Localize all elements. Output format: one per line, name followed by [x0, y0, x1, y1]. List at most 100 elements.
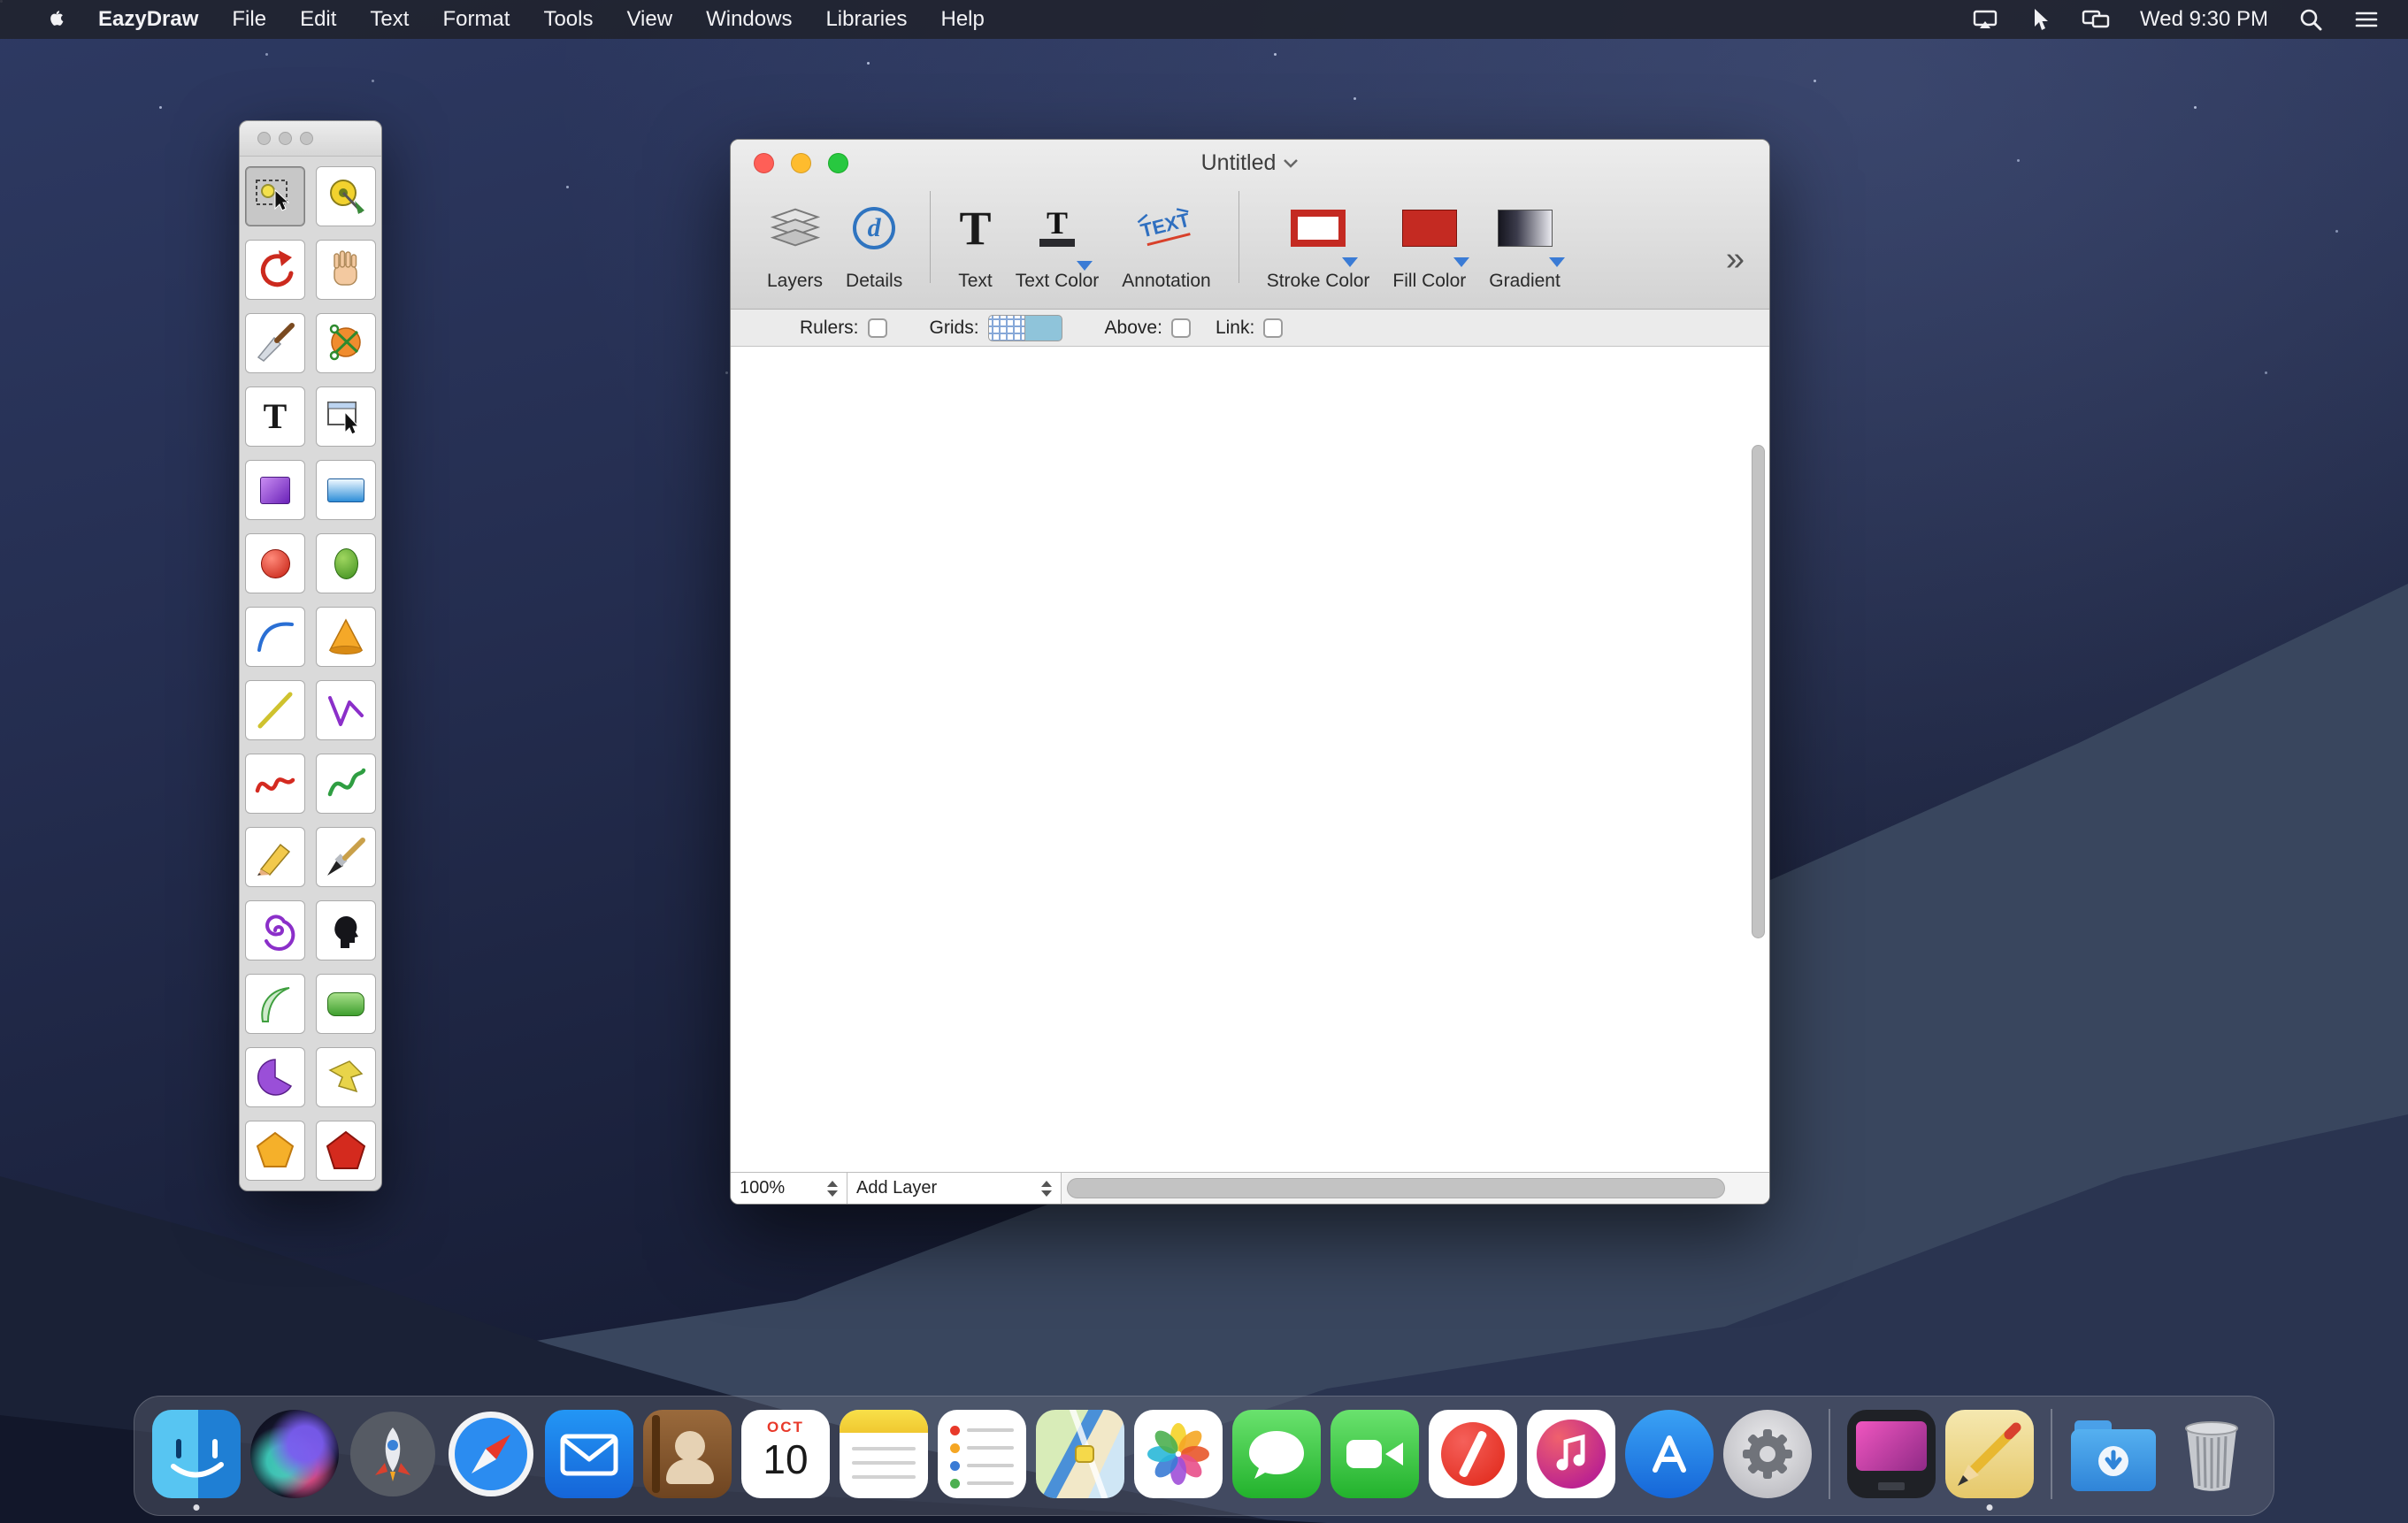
fill-color-dropdown-icon[interactable] — [1453, 257, 1469, 267]
menu-windows[interactable]: Windows — [689, 0, 809, 39]
dock-item-music[interactable] — [1527, 1410, 1615, 1498]
menu-tools[interactable]: Tools — [526, 0, 610, 39]
desktop[interactable]: { "menu_bar": { "app_name": "EazyDraw", … — [0, 0, 2408, 1523]
menu-libraries[interactable]: Libraries — [809, 0, 924, 39]
screen-mirroring-icon[interactable] — [1972, 0, 1998, 39]
dock-item-notes[interactable] — [840, 1410, 928, 1498]
text-button[interactable]: T Text — [958, 186, 993, 292]
menu-text[interactable]: Text — [353, 0, 426, 39]
menu-help[interactable]: Help — [924, 0, 1001, 39]
vertical-scrollbar-thumb[interactable] — [1752, 445, 1765, 938]
tool-pan-hand[interactable] — [316, 240, 376, 300]
window-titlebar[interactable]: Untitled — [731, 140, 1769, 186]
dock-item-calendar[interactable]: OCT 10 — [741, 1410, 830, 1498]
dock-item-trash[interactable] — [2167, 1410, 2256, 1498]
stroke-color-button[interactable]: Stroke Color — [1267, 186, 1370, 292]
tool-pentagon-orange[interactable] — [245, 1121, 305, 1181]
zoom-button[interactable] — [828, 153, 848, 173]
menu-clock[interactable]: Wed 9:30 PM — [2140, 0, 2268, 39]
dock-item-contacts[interactable] — [643, 1410, 732, 1498]
dock-item-mail[interactable] — [545, 1410, 633, 1498]
dock-item-news[interactable] — [1429, 1410, 1517, 1498]
tool-cone[interactable] — [316, 607, 376, 667]
menu-edit[interactable]: Edit — [283, 0, 353, 39]
dock-item-facetime[interactable] — [1331, 1410, 1419, 1498]
tool-pie[interactable] — [245, 1047, 305, 1107]
tool-silhouette[interactable] — [316, 900, 376, 960]
gradient-button[interactable]: Gradient — [1489, 186, 1561, 292]
fill-color-button[interactable]: Fill Color — [1392, 186, 1466, 292]
text-color-dropdown-icon[interactable] — [1077, 261, 1093, 271]
dock-item-maps[interactable] — [1036, 1410, 1124, 1498]
tool-gradient-rectangle[interactable] — [316, 460, 376, 520]
rulers-checkbox[interactable] — [868, 318, 887, 338]
menu-app-name[interactable]: EazyDraw — [81, 0, 215, 39]
tool-circle[interactable] — [245, 533, 305, 593]
tool-polyline[interactable] — [316, 680, 376, 740]
dock-item-siri[interactable] — [250, 1410, 339, 1498]
tool-line[interactable] — [245, 680, 305, 740]
palette-zoom-button[interactable] — [300, 132, 313, 145]
tool-cut[interactable] — [316, 313, 376, 373]
drawing-canvas[interactable] — [731, 347, 1769, 1172]
dock-item-finder[interactable] — [152, 1410, 241, 1498]
dock-item-display[interactable] — [1847, 1410, 1936, 1498]
apple-menu[interactable] — [28, 0, 81, 39]
menu-view[interactable]: View — [610, 0, 689, 39]
details-button[interactable]: d Details — [846, 186, 902, 292]
menu-file[interactable]: File — [215, 0, 283, 39]
close-button[interactable] — [754, 153, 774, 173]
tool-paintbrush[interactable] — [316, 827, 376, 887]
dock-item-eazydraw[interactable] — [1945, 1410, 2034, 1498]
minimize-button[interactable] — [791, 153, 811, 173]
dock-item-launchpad[interactable] — [349, 1410, 437, 1498]
tool-freehand-red[interactable] — [245, 754, 305, 814]
text-color-button[interactable]: T Text Color — [1016, 186, 1100, 292]
tool-palette-titlebar[interactable] — [240, 121, 381, 157]
tool-pencil[interactable] — [245, 827, 305, 887]
palette-minimize-button[interactable] — [279, 132, 292, 145]
tool-rounded-rectangle[interactable] — [316, 974, 376, 1034]
dock-item-reminders[interactable] — [938, 1410, 1026, 1498]
tool-pentagon-red[interactable] — [316, 1121, 376, 1181]
tool-gradient-square[interactable] — [245, 460, 305, 520]
layers-button[interactable]: Layers — [767, 186, 823, 292]
tool-fold-shape[interactable] — [316, 1047, 376, 1107]
spotlight-icon[interactable] — [2298, 0, 2323, 39]
horizontal-scrollbar-thumb[interactable] — [1067, 1178, 1725, 1198]
tool-text[interactable]: T — [245, 386, 305, 447]
pointer-icon[interactable] — [2028, 0, 2051, 39]
palette-close-button[interactable] — [257, 132, 271, 145]
dock-item-messages[interactable] — [1232, 1410, 1321, 1498]
dock-item-safari[interactable] — [447, 1410, 535, 1498]
dock-item-app-store[interactable] — [1625, 1410, 1714, 1498]
tool-arc[interactable] — [245, 607, 305, 667]
annotation-button[interactable]: TEXT Annotation — [1122, 186, 1210, 292]
zoom-select[interactable]: 100% — [731, 1173, 847, 1204]
grid-color-button[interactable] — [1025, 315, 1062, 341]
toolbar-overflow-button[interactable]: » — [1726, 242, 1745, 276]
link-checkbox[interactable] — [1263, 318, 1283, 338]
tool-spiral[interactable] — [245, 900, 305, 960]
tool-curve[interactable] — [245, 974, 305, 1034]
add-layer-select[interactable]: Add Layer — [847, 1173, 1062, 1204]
tool-ellipse[interactable] — [316, 533, 376, 593]
tool-tape-measure[interactable] — [316, 166, 376, 226]
displays-icon[interactable] — [2082, 0, 2110, 39]
menu-format[interactable]: Format — [426, 0, 526, 39]
gradient-dropdown-icon[interactable] — [1549, 257, 1565, 267]
above-checkbox[interactable] — [1171, 318, 1191, 338]
title-chevron-icon[interactable] — [1283, 157, 1299, 168]
horizontal-scrollbar[interactable] — [1062, 1173, 1769, 1204]
dock-item-downloads[interactable] — [2069, 1410, 2158, 1498]
dock-item-system-preferences[interactable] — [1723, 1410, 1812, 1498]
tool-rotate[interactable] — [245, 240, 305, 300]
tool-text-select[interactable] — [316, 386, 376, 447]
notification-center-icon[interactable] — [2353, 0, 2380, 39]
tool-knife[interactable] — [245, 313, 305, 373]
stroke-color-dropdown-icon[interactable] — [1342, 257, 1358, 267]
grid-pattern-button[interactable] — [988, 315, 1025, 341]
tool-freehand-green[interactable] — [316, 754, 376, 814]
dock-item-photos[interactable] — [1134, 1410, 1223, 1498]
tool-marquee-select[interactable] — [245, 166, 305, 226]
